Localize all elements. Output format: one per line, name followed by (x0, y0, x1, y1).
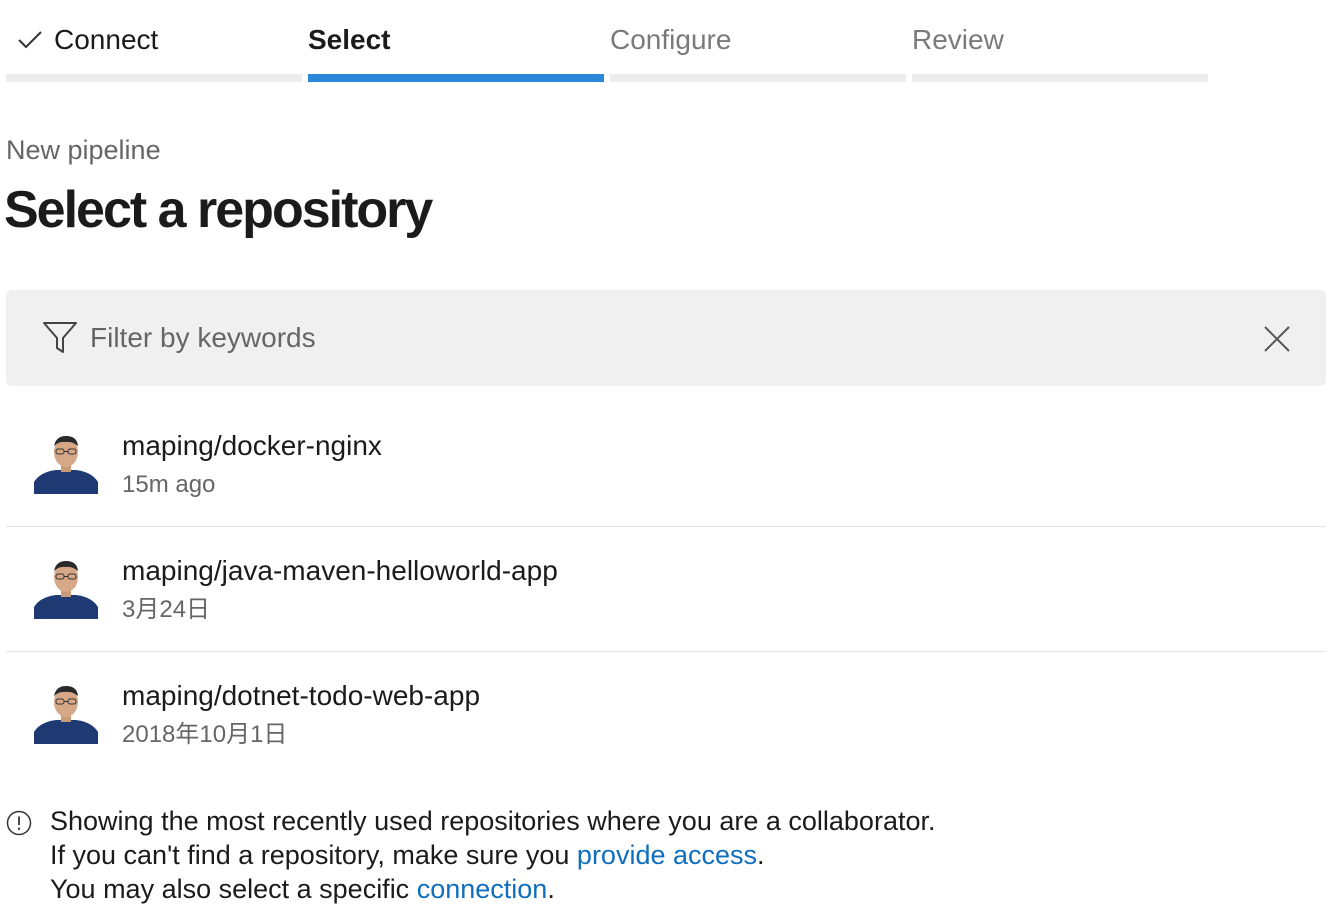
info-text-suffix: . (547, 874, 555, 904)
repository-item[interactable]: maping/docker-nginx 15m ago (6, 402, 1326, 526)
repository-item[interactable]: maping/dotnet-todo-web-app 2018年10月1日 (6, 651, 1326, 776)
step-label: Select (308, 24, 391, 55)
repository-name: maping/docker-nginx (122, 430, 382, 461)
avatar (34, 682, 98, 744)
repository-item[interactable]: maping/java-maven-helloworld-app 3月24日 (6, 526, 1326, 651)
info-text-prefix: You may also select a specific (50, 874, 417, 904)
repository-name: maping/java-maven-helloworld-app (122, 555, 558, 586)
repository-updated: 15m ago (122, 471, 216, 498)
connection-link[interactable]: connection (417, 874, 548, 904)
filter-bar (6, 290, 1326, 386)
provide-access-link[interactable]: provide access (577, 840, 757, 870)
step-progress-bar (308, 74, 604, 82)
breadcrumb: New pipeline (6, 135, 161, 165)
step-label: Review (912, 24, 1004, 55)
step-label: Connect (54, 24, 159, 55)
step-progress-bar (912, 74, 1208, 82)
filter-icon (43, 322, 77, 353)
step-review[interactable]: Review (912, 0, 1208, 82)
repository-name: maping/dotnet-todo-web-app (122, 680, 481, 711)
repository-list: maping/docker-nginx 15m ago maping/java-… (6, 402, 1326, 776)
info-text-prefix: If you can't find a repository, make sur… (50, 840, 577, 870)
wizard-steps: Connect Select Configure Review (6, 0, 1208, 82)
close-icon[interactable] (1262, 324, 1292, 354)
repository-updated: 3月24日 (122, 596, 211, 623)
filter-input[interactable] (90, 316, 1210, 360)
repository-updated: 2018年10月1日 (122, 721, 288, 748)
step-label: Configure (610, 24, 732, 55)
avatar (34, 432, 98, 494)
step-select[interactable]: Select (308, 0, 604, 82)
user-avatar-icon (34, 557, 98, 619)
step-connect[interactable]: Connect (6, 0, 302, 82)
user-avatar-icon (34, 682, 98, 744)
user-avatar-icon (34, 432, 98, 494)
info-icon (6, 810, 32, 836)
info-line: Showing the most recently used repositor… (50, 806, 936, 836)
info-line: If you can't find a repository, make sur… (50, 838, 935, 872)
page-title: Select a repository (4, 181, 433, 239)
step-progress-bar (6, 74, 302, 82)
info-text-suffix: . (757, 840, 765, 870)
info-line: You may also select a specific connectio… (50, 872, 935, 906)
step-configure[interactable]: Configure (610, 0, 906, 82)
checkmark-icon (18, 31, 42, 49)
avatar (34, 557, 98, 619)
step-progress-bar (610, 74, 906, 82)
info-text: Showing the most recently used repositor… (50, 804, 935, 906)
